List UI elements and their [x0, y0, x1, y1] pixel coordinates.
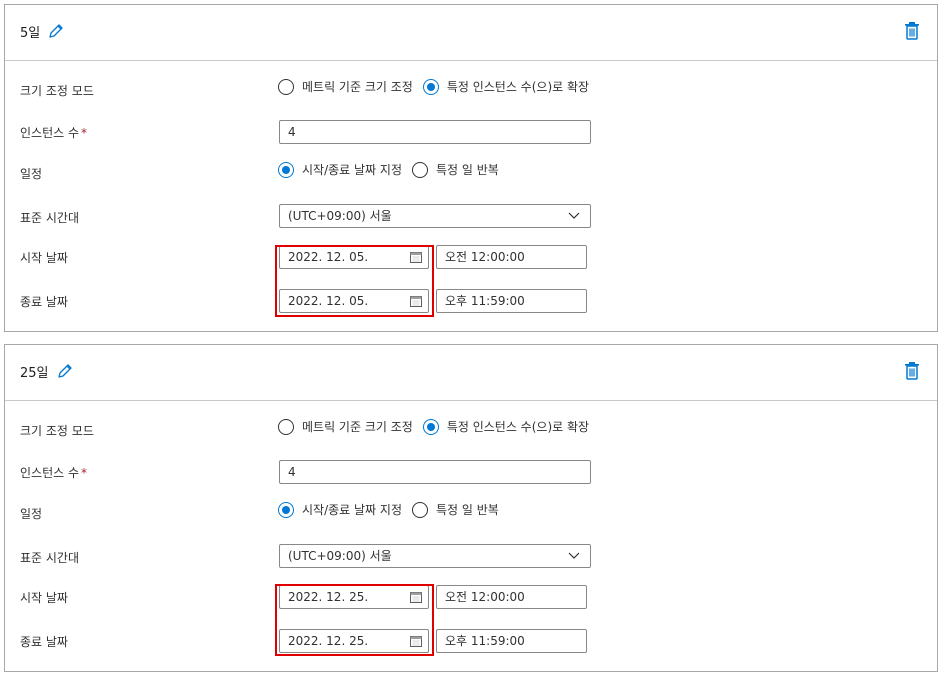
scale-mode-label: 크기 조정 모드	[20, 424, 94, 438]
panel-header: 5일	[5, 5, 937, 61]
pencil-icon[interactable]	[55, 361, 75, 381]
radio-button[interactable]	[278, 78, 294, 95]
condition-title: 25일	[20, 365, 49, 381]
radio-label: 특정 일 반복	[436, 503, 499, 517]
radio-scale-by-metric[interactable]: 메트릭 기준 크기 조정	[278, 78, 413, 95]
condition-title: 5일	[20, 25, 41, 41]
trash-icon[interactable]	[903, 21, 921, 41]
timezone-label: 표준 시간대	[20, 551, 80, 565]
start-date-label: 시작 날짜	[20, 591, 68, 605]
schedule-label: 일정	[20, 167, 43, 181]
end-date-label: 종료 날짜	[20, 635, 68, 649]
radio-button-selected[interactable]	[278, 161, 294, 178]
schedule-label: 일정	[20, 507, 43, 521]
label-text: 인스턴스 수	[20, 466, 80, 480]
chevron-down-icon	[568, 212, 580, 219]
highlight-box	[275, 245, 434, 317]
radio-specify-dates[interactable]: 시작/종료 날짜 지정	[278, 161, 402, 178]
required-mark: *	[81, 466, 88, 480]
start-date-label: 시작 날짜	[20, 251, 68, 265]
radio-label: 특정 인스턴스 수(으)로 확장	[446, 420, 590, 434]
radio-specify-dates[interactable]: 시작/종료 날짜 지정	[278, 501, 402, 518]
radio-button[interactable]	[412, 161, 428, 178]
timezone-select[interactable]: (UTC+09:00) 서울	[279, 204, 591, 228]
radio-button-selected[interactable]	[422, 78, 439, 95]
panel-title: 5일	[20, 21, 66, 41]
scale-condition-panel: 25일 크기 조정 모드 메트릭 기준 크기 조정 특정 인스턴스 수(으)로 …	[4, 344, 938, 672]
radio-scale-to-count[interactable]: 특정 인스턴스 수(으)로 확장	[422, 78, 590, 95]
radio-button-selected[interactable]	[422, 418, 439, 435]
start-time-input[interactable]: 오전 12:00:00	[436, 245, 587, 269]
chevron-down-icon	[568, 552, 580, 559]
schedule-radio-group: 시작/종료 날짜 지정 특정 일 반복	[278, 161, 509, 178]
end-time-input[interactable]: 오후 11:59:00	[436, 289, 587, 313]
radio-label: 특정 인스턴스 수(으)로 확장	[446, 80, 590, 94]
instance-count-input[interactable]: 4	[279, 460, 591, 484]
schedule-radio-group: 시작/종료 날짜 지정 특정 일 반복	[278, 501, 509, 518]
timezone-label: 표준 시간대	[20, 211, 80, 225]
scale-condition-panel: 5일 크기 조정 모드 메트릭 기준 크기 조정 특정 인스턴스 수(으)로 확…	[4, 4, 938, 332]
radio-label: 시작/종료 날짜 지정	[302, 503, 402, 517]
pencil-icon[interactable]	[46, 21, 66, 41]
radio-scale-by-metric[interactable]: 메트릭 기준 크기 조정	[278, 418, 413, 435]
panel-header: 25일	[5, 345, 937, 401]
start-time-input[interactable]: 오전 12:00:00	[436, 585, 587, 609]
timezone-value: (UTC+09:00) 서울	[288, 209, 392, 223]
scale-mode-radio-group: 메트릭 기준 크기 조정 특정 인스턴스 수(으)로 확장	[278, 418, 599, 435]
timezone-value: (UTC+09:00) 서울	[288, 549, 392, 563]
radio-label: 메트릭 기준 크기 조정	[302, 420, 413, 434]
radio-repeat-days[interactable]: 특정 일 반복	[412, 501, 499, 518]
instance-count-input[interactable]: 4	[279, 120, 591, 144]
required-mark: *	[81, 126, 88, 140]
panel-title: 25일	[20, 361, 75, 381]
radio-repeat-days[interactable]: 특정 일 반복	[412, 161, 499, 178]
scale-mode-label: 크기 조정 모드	[20, 84, 94, 98]
timezone-select[interactable]: (UTC+09:00) 서울	[279, 544, 591, 568]
trash-icon[interactable]	[903, 361, 921, 381]
radio-label: 시작/종료 날짜 지정	[302, 163, 402, 177]
end-date-label: 종료 날짜	[20, 295, 68, 309]
radio-label: 특정 일 반복	[436, 163, 499, 177]
radio-button[interactable]	[278, 418, 294, 435]
label-text: 인스턴스 수	[20, 126, 80, 140]
scale-mode-radio-group: 메트릭 기준 크기 조정 특정 인스턴스 수(으)로 확장	[278, 78, 599, 95]
instance-count-label: 인스턴스 수 *	[20, 464, 87, 481]
end-time-input[interactable]: 오후 11:59:00	[436, 629, 587, 653]
radio-scale-to-count[interactable]: 특정 인스턴스 수(으)로 확장	[422, 418, 590, 435]
radio-button[interactable]	[412, 501, 428, 518]
instance-count-label: 인스턴스 수 *	[20, 124, 87, 141]
radio-label: 메트릭 기준 크기 조정	[302, 80, 413, 94]
radio-button-selected[interactable]	[278, 501, 294, 518]
highlight-box	[275, 584, 434, 656]
